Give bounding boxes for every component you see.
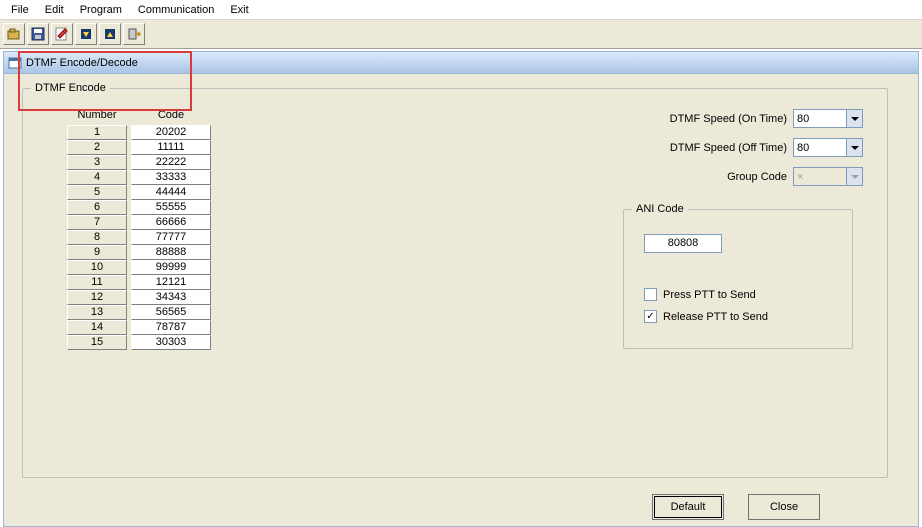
encode-table: Number Code 1 20202 2 11111 3 22222 4 33333 5 444…: [67, 109, 211, 350]
tab-header: DTMF Encode/Decode: [3, 51, 919, 74]
read-up-icon[interactable]: [99, 23, 121, 45]
menu-exit[interactable]: Exit: [222, 2, 256, 18]
cell-number: 5: [67, 185, 127, 200]
cell-code[interactable]: 77777: [131, 230, 211, 245]
cell-number: 13: [67, 305, 127, 320]
checkbox-release-ptt[interactable]: ✓: [644, 310, 657, 323]
cell-code[interactable]: 55555: [131, 200, 211, 215]
combo-on-time-value: 80: [797, 113, 809, 125]
cell-code[interactable]: 33333: [131, 170, 211, 185]
right-controls: DTMF Speed (On Time) 80 DTMF Speed (Off …: [563, 109, 863, 196]
cell-code[interactable]: 11111: [131, 140, 211, 155]
table-row: 8 77777: [67, 230, 211, 245]
cell-code[interactable]: 44444: [131, 185, 211, 200]
cell-number: 14: [67, 320, 127, 335]
table-row: 5 44444: [67, 185, 211, 200]
cell-code[interactable]: 34343: [131, 290, 211, 305]
combo-off-time[interactable]: 80: [793, 138, 863, 157]
chevron-down-icon: [846, 139, 862, 156]
chevron-down-icon: [846, 168, 862, 185]
table-row: 7 66666: [67, 215, 211, 230]
read-down-icon[interactable]: [75, 23, 97, 45]
cell-code[interactable]: 66666: [131, 215, 211, 230]
chevron-down-icon: [846, 110, 862, 127]
table-row: 13 56565: [67, 305, 211, 320]
cell-code[interactable]: 30303: [131, 335, 211, 350]
label-release-ptt: Release PTT to Send: [663, 311, 768, 323]
close-button[interactable]: Close: [748, 494, 820, 520]
table-row: 15 30303: [67, 335, 211, 350]
table-row: 14 78787: [67, 320, 211, 335]
table-row: 4 33333: [67, 170, 211, 185]
open-icon[interactable]: [3, 23, 25, 45]
checkbox-press-ptt[interactable]: [644, 288, 657, 301]
toolbar: [0, 19, 922, 49]
table-row: 12 34343: [67, 290, 211, 305]
table-row: 3 22222: [67, 155, 211, 170]
cell-number: 9: [67, 245, 127, 260]
cell-code[interactable]: 20202: [131, 125, 211, 140]
table-row: 9 88888: [67, 245, 211, 260]
cell-code[interactable]: 78787: [131, 320, 211, 335]
menubar: File Edit Program Communication Exit: [0, 0, 922, 19]
label-press-ptt: Press PTT to Send: [663, 289, 756, 301]
cell-number: 8: [67, 230, 127, 245]
cell-code[interactable]: 99999: [131, 260, 211, 275]
cell-code[interactable]: 12121: [131, 275, 211, 290]
save-icon[interactable]: [27, 23, 49, 45]
write-icon[interactable]: [51, 23, 73, 45]
cell-number: 11: [67, 275, 127, 290]
label-on-time: DTMF Speed (On Time): [670, 113, 787, 125]
table-row: 1 20202: [67, 125, 211, 140]
table-row: 2 11111: [67, 140, 211, 155]
cell-number: 2: [67, 140, 127, 155]
table-row: 6 55555: [67, 200, 211, 215]
group-legend: DTMF Encode: [31, 82, 110, 94]
ani-code-input[interactable]: 80808: [644, 234, 722, 253]
cell-number: 12: [67, 290, 127, 305]
label-off-time: DTMF Speed (Off Time): [670, 142, 787, 154]
cell-code[interactable]: 22222: [131, 155, 211, 170]
tab-icon: [8, 56, 22, 70]
combo-group-code-value: ×: [797, 171, 803, 183]
button-row: Default Close: [652, 494, 820, 520]
label-group-code: Group Code: [727, 171, 787, 183]
cell-number: 10: [67, 260, 127, 275]
cell-number: 15: [67, 335, 127, 350]
col-header-code: Code: [131, 109, 211, 121]
combo-group-code: ×: [793, 167, 863, 186]
table-row: 11 12121: [67, 275, 211, 290]
menu-program[interactable]: Program: [72, 2, 130, 18]
cell-number: 7: [67, 215, 127, 230]
cell-number: 1: [67, 125, 127, 140]
combo-on-time[interactable]: 80: [793, 109, 863, 128]
combo-off-time-value: 80: [797, 142, 809, 154]
exit-icon[interactable]: [123, 23, 145, 45]
ani-legend: ANI Code: [632, 203, 688, 215]
cell-code[interactable]: 88888: [131, 245, 211, 260]
client-panel: DTMF Encode Number Code 1 20202 2 11111 3 222…: [3, 74, 919, 527]
table-row: 10 99999: [67, 260, 211, 275]
menu-edit[interactable]: Edit: [37, 2, 72, 18]
tab-title: DTMF Encode/Decode: [26, 57, 138, 69]
cell-number: 4: [67, 170, 127, 185]
default-button[interactable]: Default: [652, 494, 724, 520]
group-ani-code: ANI Code 80808 Press PTT to Send ✓ Relea…: [623, 209, 853, 349]
col-header-number: Number: [67, 109, 127, 121]
menu-communication[interactable]: Communication: [130, 2, 222, 18]
group-dtmf-encode: DTMF Encode Number Code 1202022111113222…: [22, 88, 888, 478]
cell-number: 6: [67, 200, 127, 215]
menu-file[interactable]: File: [3, 2, 37, 18]
cell-number: 3: [67, 155, 127, 170]
cell-code[interactable]: 56565: [131, 305, 211, 320]
